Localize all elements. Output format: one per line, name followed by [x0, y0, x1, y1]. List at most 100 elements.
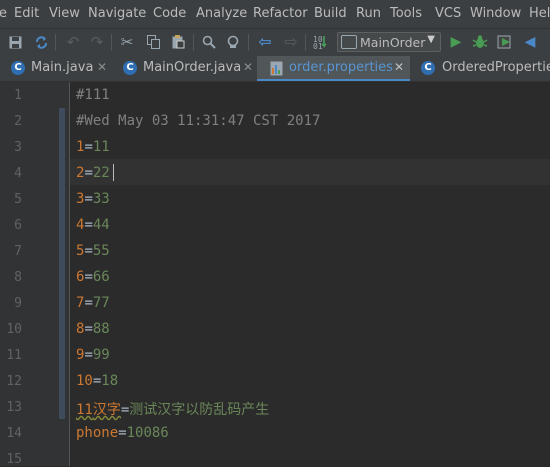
java-class-icon: C — [421, 61, 435, 75]
property-key: 10 — [76, 373, 93, 389]
code-line-property: 11汉字=测试汉字以防乱码产生 — [76, 399, 269, 419]
menu-code[interactable]: Code — [153, 6, 186, 21]
fold-region-marker[interactable] — [59, 108, 65, 419]
property-separator: = — [84, 139, 93, 155]
chevron-down-icon: ▼ — [427, 34, 435, 45]
property-value: 88 — [92, 321, 110, 337]
menu-refactor[interactable]: Refactor — [253, 6, 308, 21]
code-line-property: 1=11 — [76, 139, 110, 155]
tab-order-properties[interactable]: order.properties ✕ — [257, 56, 410, 81]
menu-edit[interactable]: Edit — [14, 6, 39, 21]
property-value: 18 — [101, 373, 119, 389]
line-number: 2 — [14, 114, 22, 129]
line-number: 3 — [14, 140, 22, 155]
code-line-comment: #111 — [76, 87, 110, 103]
back-icon[interactable]: ↶ — [64, 33, 82, 51]
sync-icon[interactable] — [32, 33, 50, 51]
java-class-icon: C — [11, 61, 25, 75]
line-number: 10 — [6, 322, 22, 337]
toolbar: ↶ ↷ ✂ ⇦ ⇨ 10 01 MainOrder ▼ ▶ ◀ — [0, 28, 550, 57]
menu-navigate[interactable]: Navigate — [88, 6, 146, 21]
properties-file-icon — [270, 61, 284, 80]
menu-file[interactable]: e — [0, 6, 7, 21]
property-separator: = — [118, 425, 127, 441]
run-with-coverage-icon[interactable] — [496, 33, 514, 51]
property-value: 测试汉字以防乱码产生 — [129, 402, 270, 418]
line-number: 15 — [6, 452, 22, 467]
run-configuration-label: MainOrder — [360, 35, 426, 50]
menu-window[interactable]: Window — [470, 6, 521, 21]
menu-build[interactable]: Build — [314, 6, 347, 21]
make-project-icon[interactable]: 10 01 — [312, 33, 330, 51]
code-line-property: 5=55 — [76, 243, 110, 259]
toolbar-separator — [111, 34, 112, 51]
code-line-property: phone=10086 — [76, 425, 169, 441]
property-value: 55 — [92, 243, 110, 259]
property-separator: = — [84, 165, 93, 181]
application-config-icon — [341, 35, 357, 49]
find-icon[interactable] — [200, 33, 218, 51]
line-number: 6 — [14, 218, 22, 233]
tab-label: Main.java — [31, 60, 94, 75]
paste-icon[interactable] — [169, 33, 187, 51]
tab-mainorder-java[interactable]: C MainOrder.java ✕ — [112, 56, 257, 81]
close-icon[interactable]: ✕ — [394, 60, 404, 74]
close-icon[interactable]: ✕ — [243, 60, 253, 74]
property-separator: = — [84, 347, 93, 363]
save-all-icon[interactable] — [6, 33, 24, 51]
toolbar-separator — [305, 34, 306, 51]
property-value: 66 — [92, 269, 110, 285]
comment-text: #111 — [76, 87, 110, 103]
debug-icon[interactable] — [471, 33, 489, 51]
menu-view[interactable]: View — [49, 6, 80, 21]
navigate-forward-icon[interactable]: ⇨ — [282, 33, 300, 51]
tab-orderedproperties[interactable]: C OrderedProperties — [410, 56, 550, 81]
comment-text: #Wed May 03 11:31:47 CST 2017 — [76, 113, 321, 129]
line-number: 11 — [6, 348, 22, 363]
code-line-property: 2=22 — [76, 165, 110, 181]
java-class-icon: C — [123, 61, 137, 75]
menu-bar: e Edit View Navigate Code Analyze Refact… — [0, 0, 550, 28]
menu-run[interactable]: Run — [356, 6, 381, 21]
menu-vcs[interactable]: VCS — [435, 6, 461, 21]
property-value: 99 — [92, 347, 110, 363]
line-number: 14 — [6, 426, 22, 441]
property-value: 22 — [92, 165, 110, 181]
menu-analyze[interactable]: Analyze — [196, 6, 247, 21]
tab-main-java[interactable]: C Main.java ✕ — [0, 56, 112, 81]
replace-icon[interactable] — [224, 33, 242, 51]
run-configuration-dropdown[interactable]: MainOrder ▼ — [337, 32, 441, 52]
line-number: 13 — [6, 400, 22, 415]
menu-tools[interactable]: Tools — [390, 6, 422, 21]
caret-row-highlight — [70, 159, 550, 185]
property-value: 11 — [92, 139, 110, 155]
property-value: 77 — [92, 295, 110, 311]
close-icon[interactable]: ✕ — [97, 60, 107, 74]
navigate-back-icon[interactable]: ⇦ — [256, 33, 274, 51]
code-line-property: 3=33 — [76, 191, 110, 207]
code-line-property: 10=18 — [76, 373, 118, 389]
line-number: 5 — [14, 192, 22, 207]
line-number: 4 — [14, 166, 22, 181]
toolbar-separator — [248, 34, 249, 51]
line-number: 8 — [14, 270, 22, 285]
line-number: 1 — [14, 88, 22, 103]
line-number: 12 — [6, 374, 22, 389]
property-separator: = — [84, 243, 93, 259]
cut-icon[interactable]: ✂ — [118, 33, 136, 51]
property-separator: = — [84, 295, 93, 311]
active-tab-indicator — [257, 79, 410, 81]
run-icon[interactable]: ▶ — [447, 33, 465, 51]
code-line-property: 7=77 — [76, 295, 110, 311]
toolbar-separator — [193, 34, 194, 51]
code-line-property: 4=44 — [76, 217, 110, 233]
property-key: 11 — [76, 402, 93, 418]
property-separator: = — [84, 321, 93, 337]
property-key: phone — [76, 425, 119, 441]
copy-icon[interactable] — [144, 33, 162, 51]
tab-label: order.properties — [289, 60, 393, 75]
property-value: 44 — [92, 217, 110, 233]
menu-help[interactable]: Help — [529, 6, 550, 21]
forward-icon[interactable]: ↷ — [88, 33, 106, 51]
profile-icon[interactable]: ◀ — [521, 33, 539, 51]
